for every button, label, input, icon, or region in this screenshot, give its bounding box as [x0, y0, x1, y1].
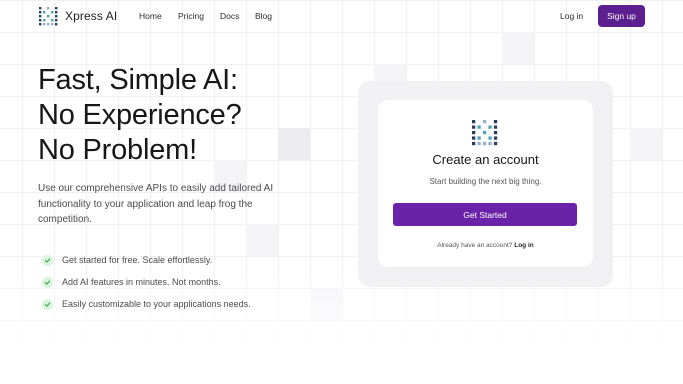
hero-title: Fast, Simple AI: No Experience? No Probl… [38, 63, 242, 168]
feature-text: Add AI features in minutes. Not months. [62, 277, 221, 287]
hero-subtitle: Use our comprehensive APIs to easily add… [38, 183, 274, 225]
nav-link-pricing[interactable]: Pricing [178, 11, 204, 21]
navbar: Xpress AI Home Pricing Docs Blog Log in … [0, 0, 683, 33]
feature-item: Get started for free. Scale effortlessly… [42, 249, 251, 271]
signup-card: Create an account Start building the nex… [378, 100, 593, 267]
signup-card-frame: Create an account Start building the nex… [358, 81, 613, 287]
card-footer-text: Already have an account? [437, 242, 513, 249]
check-icon [42, 276, 53, 288]
check-icon [42, 254, 53, 266]
get-started-button[interactable]: Get Started [393, 203, 577, 226]
signup-button[interactable]: Sign up [598, 5, 645, 27]
card-title: Create an account [432, 152, 539, 167]
hero-title-line: No Experience? [38, 99, 242, 131]
brand-name[interactable]: Xpress AI [65, 9, 117, 23]
login-link[interactable]: Log in [560, 11, 583, 21]
check-icon [42, 298, 53, 310]
card-footer: Already have an account? Log in [378, 242, 593, 249]
nav-link-blog[interactable]: Blog [255, 11, 272, 21]
card-login-link[interactable]: Log in [514, 242, 534, 249]
feature-item: Add AI features in minutes. Not months. [42, 271, 251, 293]
nav-link-home[interactable]: Home [139, 11, 162, 21]
xpress-ai-logo-icon [472, 120, 498, 146]
feature-list: Get started for free. Scale effortlessly… [42, 249, 251, 315]
hero-title-line: Fast, Simple AI: [38, 64, 238, 96]
feature-text: Get started for free. Scale effortlessly… [62, 255, 213, 265]
hero-title-line: No Problem! [38, 134, 197, 166]
xpress-ai-logo-icon[interactable] [39, 7, 58, 26]
feature-text: Easily customizable to your applications… [62, 299, 251, 309]
nav-link-docs[interactable]: Docs [220, 11, 239, 21]
card-subtitle: Start building the next big thing. [429, 177, 542, 186]
feature-item: Easily customizable to your applications… [42, 293, 251, 315]
